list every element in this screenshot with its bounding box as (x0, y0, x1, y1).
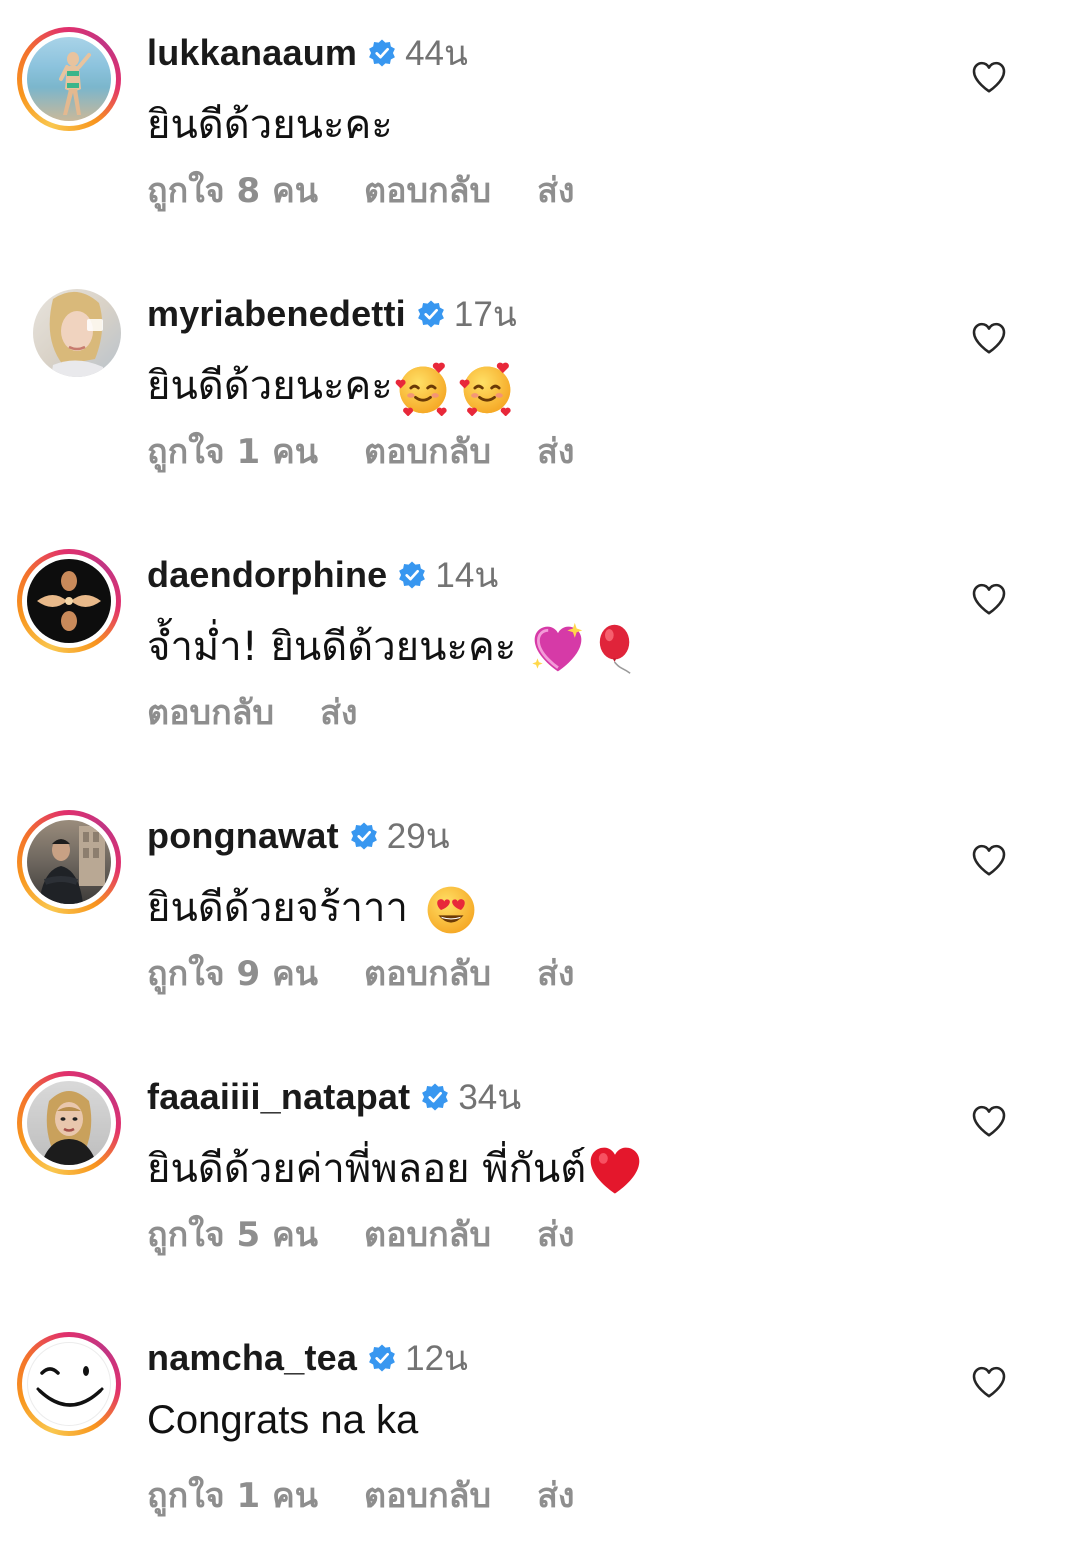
timestamp: 17น (453, 294, 517, 334)
avatar (27, 559, 111, 643)
comment-text: Congrats na ka (147, 1398, 419, 1442)
likes-count[interactable]: ถูกใจ 9 คน (147, 946, 318, 1000)
avatar[interactable] (33, 289, 121, 377)
avatar-story-ring[interactable] (17, 27, 121, 131)
username[interactable]: daendorphine (147, 554, 387, 596)
red-heart-icon (588, 1144, 642, 1198)
comment-item: daendorphine 14น จ้ำม่ำ! ยินดีด้วยนะคะ ต… (0, 522, 1072, 783)
likes-count[interactable]: ถูกใจ 5 คน (147, 1207, 318, 1261)
heart-eyes-icon (424, 883, 478, 937)
sparkling-heart-icon (530, 621, 586, 677)
smiling-face-with-hearts-icon (395, 360, 451, 416)
comment-item: lukkanaaum 44น ยินดีด้วยนะคะ ถูกใจ 8 คน … (0, 0, 1072, 261)
reply-button[interactable]: ตอบกลับ (147, 685, 274, 739)
verified-badge-icon (367, 1343, 397, 1373)
comment-text: ยินดีด้วยค่าพี่พลอย พี่กันต์ (147, 1136, 642, 1200)
reply-button[interactable]: ตอบกลับ (364, 1468, 491, 1522)
timestamp: 12น (405, 1338, 468, 1378)
comment-text: ยินดีด้วยจร้าาา (147, 875, 478, 939)
comment-text: ยินดีด้วยนะคะ (147, 102, 393, 148)
username[interactable]: faaaiiii_natapat (147, 1076, 410, 1118)
avatar (27, 37, 111, 121)
username[interactable]: lukkanaaum (147, 32, 357, 74)
comment-text: ยินดีด้วยนะคะ (147, 353, 515, 417)
comment-item: myriabenedetti 17น ยินดีด้วยนะคะ ถูกใจ 1… (0, 261, 1072, 522)
verified-badge-icon (367, 38, 397, 68)
send-button[interactable]: ส่ง (537, 946, 574, 1000)
reply-button[interactable]: ตอบกลับ (364, 946, 491, 1000)
verified-badge-icon (397, 560, 427, 590)
like-heart-icon[interactable] (971, 843, 1007, 877)
send-button[interactable]: ส่ง (537, 1207, 574, 1261)
reply-button[interactable]: ตอบกลับ (364, 424, 491, 478)
username[interactable]: namcha_tea (147, 1337, 357, 1379)
avatar-story-ring[interactable] (17, 1332, 121, 1436)
comment-item: faaaiiii_natapat 34น ยินดีด้วยค่าพี่พลอย… (0, 1044, 1072, 1305)
timestamp: 14น (435, 555, 499, 595)
avatar-story-ring[interactable] (17, 810, 121, 914)
red-balloon-icon (592, 621, 644, 677)
reply-button[interactable]: ตอบกลับ (364, 1207, 491, 1261)
send-button[interactable]: ส่ง (537, 424, 574, 478)
like-heart-icon[interactable] (971, 1365, 1007, 1399)
timestamp: 29น (386, 816, 450, 856)
smiling-face-with-hearts-icon (459, 360, 515, 416)
comment-text: จ้ำม่ำ! ยินดีด้วยนะคะ (147, 614, 644, 678)
send-button[interactable]: ส่ง (320, 685, 357, 739)
verified-badge-icon (416, 299, 446, 329)
verified-badge-icon (349, 821, 379, 851)
likes-count[interactable]: ถูกใจ 1 คน (147, 1468, 318, 1522)
like-heart-icon[interactable] (971, 1104, 1007, 1138)
comment-item: pongnawat 29น ยินดีด้วยจร้าาา ถูกใจ 9 คน… (0, 783, 1072, 1044)
avatar (27, 1342, 111, 1426)
username[interactable]: pongnawat (147, 815, 339, 857)
avatar-story-ring[interactable] (17, 549, 121, 653)
send-button[interactable]: ส่ง (537, 163, 574, 217)
timestamp: 44น (405, 33, 468, 73)
comment-item: namcha_tea 12น Congrats na ka ถูกใจ 1 คน… (0, 1305, 1072, 1566)
like-heart-icon[interactable] (971, 60, 1007, 94)
username[interactable]: myriabenedetti (147, 293, 406, 335)
avatar-story-ring[interactable] (17, 1071, 121, 1175)
likes-count[interactable]: ถูกใจ 8 คน (147, 163, 318, 217)
send-button[interactable]: ส่ง (537, 1468, 574, 1522)
avatar (27, 820, 111, 904)
verified-badge-icon (420, 1082, 450, 1112)
timestamp: 34น (458, 1077, 522, 1117)
avatar (27, 1081, 111, 1165)
reply-button[interactable]: ตอบกลับ (364, 163, 491, 217)
likes-count[interactable]: ถูกใจ 1 คน (147, 424, 318, 478)
like-heart-icon[interactable] (971, 582, 1007, 616)
like-heart-icon[interactable] (971, 321, 1007, 355)
